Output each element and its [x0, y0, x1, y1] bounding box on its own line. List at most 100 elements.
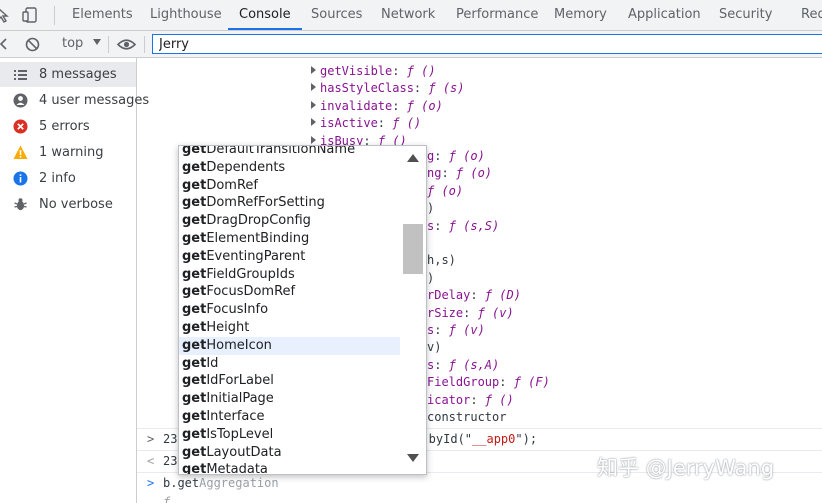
property-value: ƒ (s,A)	[448, 357, 500, 372]
property-value: )	[427, 270, 435, 285]
property-value: ƒ ()	[484, 392, 514, 407]
row-code-end: ");	[515, 432, 538, 446]
property-line-partial: s: ƒ (s,S)	[427, 218, 499, 235]
expand-triangle-icon[interactable]	[311, 83, 316, 92]
scroll-up-icon[interactable]	[407, 154, 419, 162]
autocomplete-item[interactable]: getLayoutData	[179, 444, 402, 462]
suggestion-rest: HomeIcon	[206, 337, 272, 353]
autocomplete-item[interactable]: getDefaultTransitionName	[179, 146, 402, 159]
property-key: rSize	[427, 305, 464, 320]
expand-triangle-icon[interactable]	[311, 118, 316, 127]
property-colon: :	[470, 288, 485, 303]
autocomplete-item[interactable]: getFocusInfo	[179, 301, 402, 319]
suggestion-prefix: get	[182, 248, 207, 264]
tab-red[interactable]: Red	[801, 0, 822, 30]
autocomplete-item[interactable]: getIsTopLevel	[179, 426, 402, 444]
expand-triangle-icon[interactable]	[311, 135, 316, 144]
autocomplete-item[interactable]: getFieldGroupIds	[179, 266, 402, 284]
property-line-partial: )	[427, 200, 434, 217]
bug-icon	[14, 198, 27, 211]
suggestion-rest: EventingParent	[206, 248, 306, 264]
autocomplete-item[interactable]: getFocusDomRef	[179, 283, 402, 301]
suggestion-rest: FocusDomRef	[206, 284, 296, 300]
sidebar-item-user-messages[interactable]: 4 user messages	[0, 88, 149, 113]
property-colon: :	[499, 375, 514, 390]
expand-triangle-icon[interactable]	[311, 66, 316, 74]
property-value: ƒ (v)	[448, 323, 485, 337]
property-colon: :	[470, 392, 485, 407]
property-value: ƒ (F)	[513, 375, 550, 390]
property-value: ƒ (o)	[455, 166, 493, 181]
property-line[interactable]: isActive: ƒ ()	[311, 115, 421, 132]
autocomplete-popup[interactable]: getDefaultTransitionName getDependents get…	[178, 145, 427, 475]
suggestion-rest: Height	[206, 320, 250, 335]
autocomplete-item[interactable]: getHeight	[179, 319, 402, 337]
show-sidebar-icon[interactable]	[0, 38, 10, 50]
property-line-partial: ƒ (o)	[427, 183, 463, 200]
suggestion-prefix: get	[182, 177, 207, 193]
filter-input[interactable]	[152, 34, 822, 54]
console-toolbar: top	[0, 31, 822, 58]
tab-console[interactable]: Console	[228, 0, 302, 30]
tab-application[interactable]: Application	[628, 0, 701, 30]
property-key: ng	[427, 166, 442, 181]
sidebar-item-info[interactable]: 2 info	[0, 166, 136, 191]
autocomplete-item[interactable]: getMetadata	[179, 461, 402, 474]
autocomplete-item[interactable]: getEventingParent	[179, 248, 402, 266]
info-icon	[13, 171, 28, 186]
scrollbar-thumb[interactable]	[403, 224, 423, 274]
suggestion-prefix: get	[182, 355, 207, 371]
suggestion-prefix: get	[182, 195, 207, 211]
chevron-left-icon: <	[147, 454, 155, 468]
property-line[interactable]: getVisible: ƒ ()	[311, 63, 436, 80]
autocomplete-item[interactable]: getElementBinding	[179, 230, 402, 248]
autocomplete-scrollbar[interactable]	[400, 146, 426, 474]
suggestion-rest: FieldGroupIds	[206, 266, 295, 282]
autocomplete-item[interactable]: getInitialPage	[179, 390, 402, 408]
autocomplete-item[interactable]: getDomRef	[179, 177, 402, 195]
autocomplete-item[interactable]: getHomeIcon	[179, 336, 402, 355]
sidebar-item-errors[interactable]: 5 errors	[0, 114, 136, 139]
tab-network[interactable]: Network	[381, 0, 435, 30]
tab-sources[interactable]: Sources	[311, 0, 362, 30]
suggestion-rest: InitialPage	[206, 391, 274, 407]
property-value: ƒ (o)	[406, 98, 443, 113]
tab-memory[interactable]: Memory	[554, 0, 607, 30]
property-colon: :	[434, 323, 449, 337]
sidebar-item-verbose[interactable]: No verbose	[0, 192, 136, 217]
property-value: ƒ ()	[392, 116, 422, 131]
context-select-value: top	[62, 36, 84, 51]
property-line[interactable]: invalidate: ƒ (o)	[311, 98, 443, 115]
autocomplete-item[interactable]: getDomRefForSetting	[179, 194, 402, 212]
sidebar-item-label: 1 warning	[39, 145, 104, 160]
device-toolbar-icon[interactable]	[22, 6, 40, 24]
tab-performance[interactable]: Performance	[456, 0, 538, 30]
inspect-element-icon[interactable]	[0, 6, 14, 24]
autocomplete-item[interactable]: getId	[179, 355, 402, 373]
expand-triangle-icon[interactable]	[311, 100, 316, 109]
autocomplete-item[interactable]: getInterface	[179, 408, 402, 426]
suggestion-prefix: get	[182, 266, 207, 282]
property-line[interactable]: hasStyleClass: ƒ (s)	[311, 80, 465, 97]
tab-lighthouse[interactable]: Lighthouse	[150, 0, 222, 30]
property-line-partial: rSize: ƒ (v)	[427, 305, 514, 322]
autocomplete-item[interactable]: getIdForLabel	[179, 372, 402, 390]
watermark: 知乎 @JerryWang	[597, 456, 775, 480]
sidebar-item-messages[interactable]: 8 messages	[0, 62, 136, 87]
property-value: ƒ ()	[406, 64, 436, 78]
sidebar-item-warnings[interactable]: 1 warning	[0, 140, 136, 165]
suggestion-rest: DragDropConfig	[206, 213, 311, 229]
sidebar-item-label: 5 errors	[39, 119, 90, 134]
property-key: FieldGroup	[427, 375, 500, 390]
scroll-down-icon[interactable]	[407, 454, 419, 462]
sidebar-item-label: 8 messages	[39, 67, 117, 82]
autocomplete-item[interactable]: getDependents	[179, 159, 402, 177]
clear-console-icon[interactable]	[25, 37, 40, 52]
sidebar-item-label: 2 info	[39, 171, 76, 186]
tab-elements[interactable]: Elements	[72, 0, 133, 30]
autocomplete-item[interactable]: getDragDropConfig	[179, 212, 402, 230]
context-select[interactable]: top	[62, 36, 102, 51]
console-sidebar: 8 messages 4 user messages 5 errors 1 wa…	[0, 58, 149, 503]
eye-icon[interactable]	[117, 38, 136, 51]
tab-security[interactable]: Security	[719, 0, 772, 30]
